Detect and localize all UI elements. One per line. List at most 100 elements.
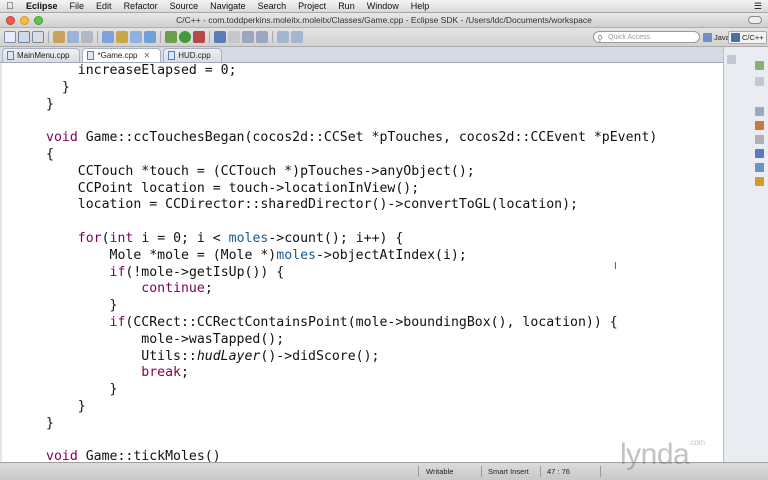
code-line[interactable]: void Game::tickMoles() (46, 449, 657, 462)
code-line[interactable]: if(CCRect::CCRectContainsPoint(mole->bou… (46, 315, 657, 332)
apple-icon[interactable]:  (0, 1, 20, 12)
menu-help[interactable]: Help (405, 0, 436, 12)
status-writable: Writable (426, 467, 454, 476)
code-line[interactable]: break; (46, 365, 657, 382)
quick-access-field[interactable]: ⚲ Quick Access (593, 31, 700, 43)
left-trim-icon[interactable] (727, 55, 736, 64)
menu-window[interactable]: Window (361, 0, 405, 12)
menu-app-eclipse[interactable]: Eclipse (20, 0, 64, 12)
save-icon[interactable] (18, 31, 30, 43)
run-icon[interactable] (179, 31, 191, 43)
tab-hud-cpp[interactable]: HUD.cpp (163, 48, 222, 62)
problems-view-icon[interactable] (755, 135, 764, 144)
toolbar-separator (97, 31, 98, 43)
close-window-button[interactable] (6, 16, 15, 25)
code-line[interactable]: mole->wasTapped(); (46, 332, 657, 349)
toolbar-separator (48, 31, 49, 43)
code-line[interactable]: for(int i = 0; i < moles->count(); i++) … (46, 231, 657, 248)
status-insert-mode: Smart Insert (488, 467, 529, 476)
cpp-file-icon (87, 51, 95, 60)
menu-run[interactable]: Run (332, 0, 361, 12)
menu-file[interactable]: File (64, 0, 91, 12)
tasks-view-icon[interactable] (755, 177, 764, 186)
external-tools-icon[interactable] (193, 31, 205, 43)
cpp-file-icon (168, 51, 176, 60)
code-line[interactable]: } (46, 399, 657, 416)
menu-edit[interactable]: Edit (90, 0, 118, 12)
minimize-window-button[interactable] (20, 16, 29, 25)
window-controls (6, 16, 43, 25)
code-line[interactable]: location = CCDirector::sharedDirector()-… (46, 197, 657, 214)
minimize-view-icon[interactable] (755, 61, 764, 70)
menu-navigate[interactable]: Navigate (204, 0, 252, 12)
console-view-icon[interactable] (755, 149, 764, 158)
zoom-window-button[interactable] (34, 16, 43, 25)
toolbar-separator (209, 31, 210, 43)
perspective-java[interactable]: Java (703, 31, 730, 44)
next-annotation-icon[interactable] (242, 31, 254, 43)
back-icon[interactable] (277, 31, 289, 43)
code-text[interactable]: increaseElapsed = 0; }}void Game::ccTouc… (46, 63, 657, 462)
toolbar-separator (160, 31, 161, 43)
tab-mainmenu-cpp[interactable]: MainMenu.cpp (2, 48, 81, 62)
mouse-ibeam-cursor: I (614, 261, 617, 272)
wifi-icon[interactable]: ☰ (754, 1, 762, 12)
new-icon[interactable] (4, 31, 16, 43)
close-tab-icon[interactable]: ✕ (144, 51, 151, 60)
new-folder-icon[interactable] (116, 31, 128, 43)
code-line[interactable] (46, 113, 657, 130)
save-all-icon[interactable] (32, 31, 44, 43)
clean-icon[interactable] (81, 31, 93, 43)
new-file-icon[interactable] (130, 31, 142, 43)
make-target-icon[interactable] (755, 121, 764, 130)
menu-project[interactable]: Project (292, 0, 332, 12)
java-perspective-icon (703, 33, 712, 42)
code-line[interactable]: Mole *mole = (Mole *)moles->objectAtInde… (46, 248, 657, 265)
search-icon: ⚲ (597, 34, 603, 43)
forward-icon[interactable] (291, 31, 303, 43)
code-line[interactable]: } (46, 416, 657, 433)
search-tool-icon[interactable] (214, 31, 226, 43)
new-project-icon[interactable] (144, 31, 156, 43)
status-cursor-position: 47 : 76 (547, 467, 570, 476)
annotation-icon[interactable] (228, 31, 240, 43)
menu-refactor[interactable]: Refactor (118, 0, 164, 12)
toolbar-toggle-button[interactable] (748, 16, 762, 24)
menu-search[interactable]: Search (252, 0, 293, 12)
status-separator (418, 466, 419, 477)
code-line[interactable]: } (46, 298, 657, 315)
code-line[interactable]: } (46, 80, 657, 97)
code-line[interactable]: CCTouch *touch = (CCTouch *)pTouches->an… (46, 164, 657, 181)
status-separator (600, 466, 601, 477)
code-line[interactable]: } (46, 382, 657, 399)
code-line[interactable] (46, 433, 657, 450)
editor-tab-bar: MainMenu.cpp *Game.cpp ✕ HUD.cpp (0, 47, 723, 63)
tab-game-cpp[interactable]: *Game.cpp ✕ (82, 48, 162, 62)
menubar-status-icons: ☰ (754, 1, 768, 12)
maximize-view-icon[interactable] (755, 77, 764, 86)
code-line[interactable]: continue; (46, 281, 657, 298)
previous-annotation-icon[interactable] (256, 31, 268, 43)
code-editor[interactable]: increaseElapsed = 0; }}void Game::ccTouc… (0, 63, 723, 462)
code-line[interactable]: void Game::ccTouchesBegan(cocos2d::CCSet… (46, 130, 657, 147)
build-config-icon[interactable] (67, 31, 79, 43)
quick-access-placeholder: Quick Access (608, 34, 651, 41)
lynda-watermark: lynda.com (620, 438, 705, 471)
debug-icon[interactable] (165, 31, 177, 43)
perspective-cpp[interactable]: C/C++ (728, 31, 767, 44)
code-line[interactable]: { (46, 147, 657, 164)
code-line[interactable]: if(!mole->getIsUp()) { (46, 265, 657, 282)
code-line[interactable] (46, 214, 657, 231)
code-line[interactable]: increaseElapsed = 0; (46, 63, 657, 80)
outline-view-icon[interactable] (755, 107, 764, 116)
new-class-icon[interactable] (102, 31, 114, 43)
properties-view-icon[interactable] (755, 163, 764, 172)
menu-source[interactable]: Source (164, 0, 205, 12)
code-line[interactable]: CCPoint location = touch->locationInView… (46, 181, 657, 198)
build-icon[interactable] (53, 31, 65, 43)
status-separator (481, 466, 482, 477)
cpp-file-icon (7, 51, 14, 60)
right-trim-toolbar (723, 47, 768, 462)
code-line[interactable]: Utils::hudLayer()->didScore(); (46, 349, 657, 366)
code-line[interactable]: } (46, 97, 657, 114)
